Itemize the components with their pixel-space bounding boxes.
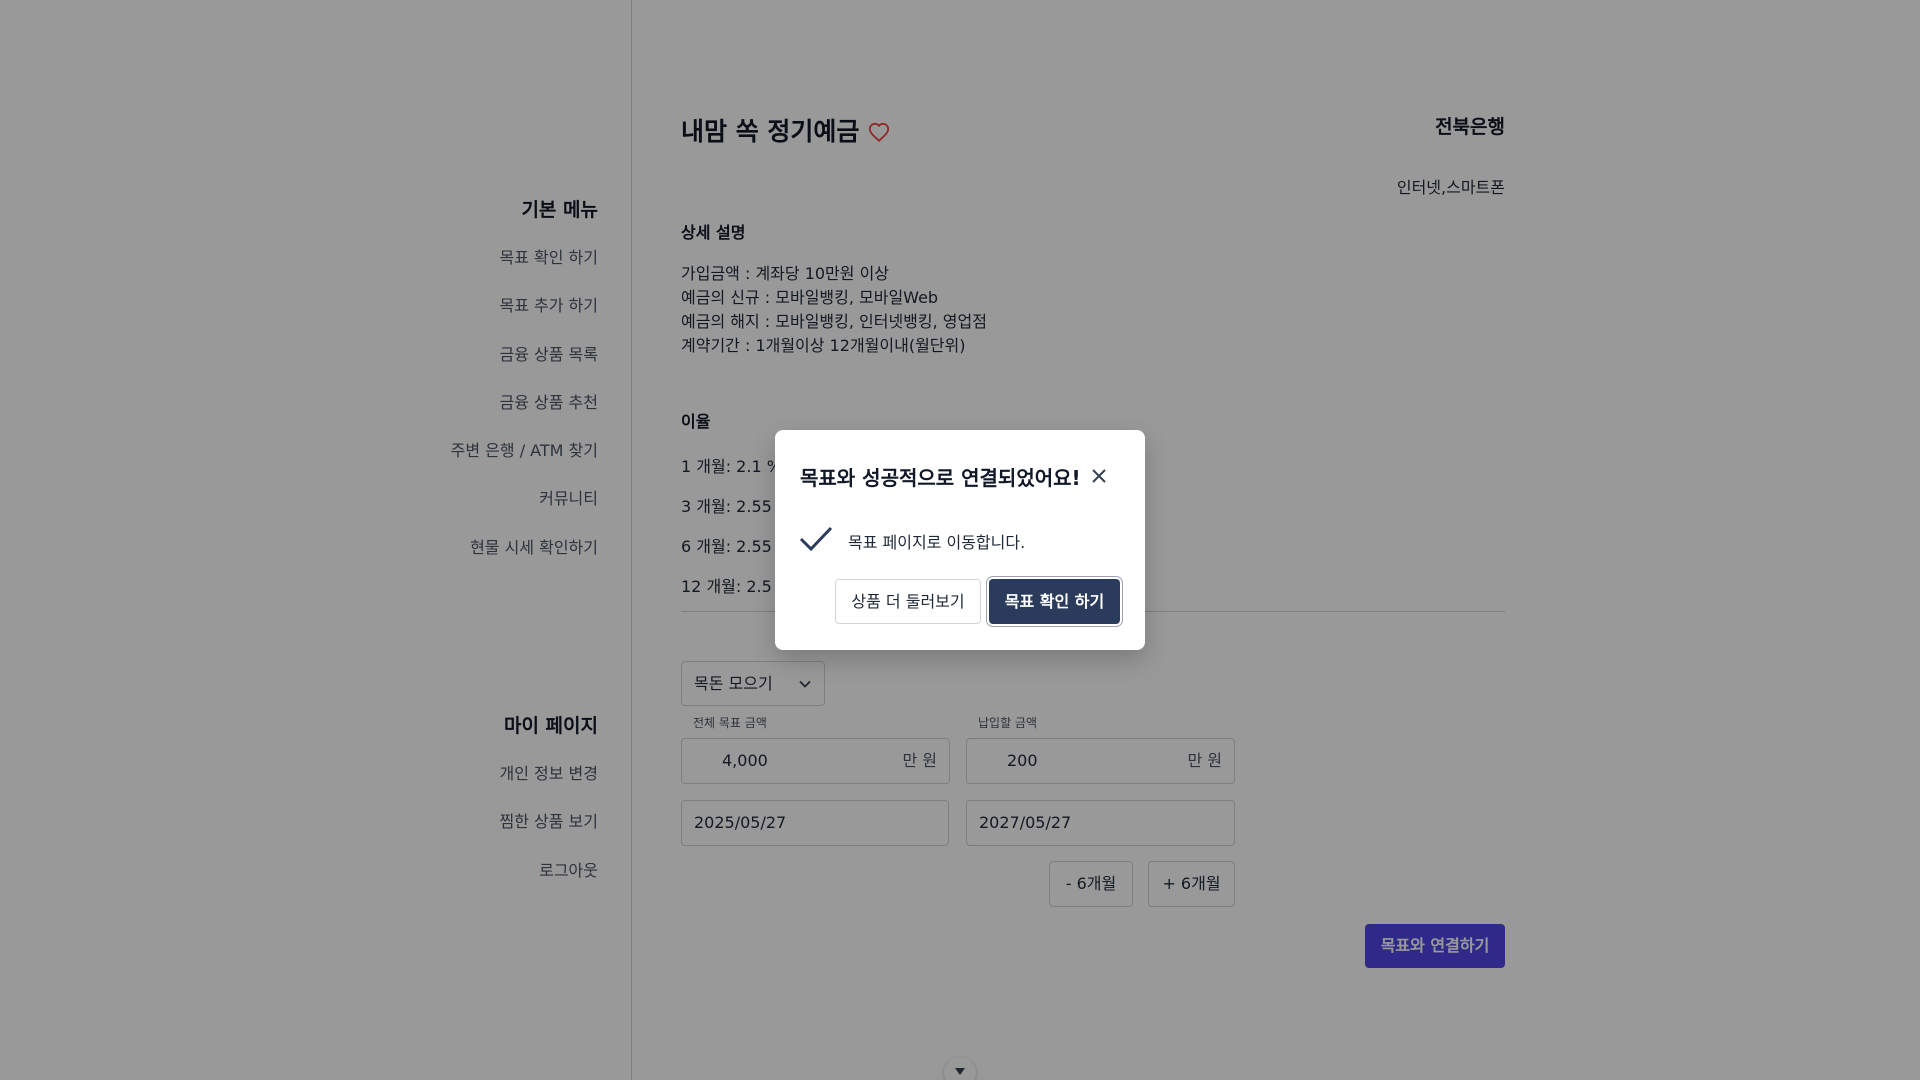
success-modal: 목표와 성공적으로 연결되었어요! 목표 페이지로 이동합니다. 상품 더 둘러… xyxy=(775,430,1145,650)
modal-title: 목표와 성공적으로 연결되었어요! xyxy=(800,466,1081,490)
check-icon xyxy=(798,525,834,555)
browse-more-button[interactable]: 상품 더 둘러보기 xyxy=(835,579,981,624)
check-goal-button[interactable]: 목표 확인 하기 xyxy=(989,579,1120,624)
modal-message: 목표 페이지로 이동합니다. xyxy=(848,533,1026,552)
page: 기본 메뉴 목표 확인 하기 목표 추가 하기 금융 상품 목록 금융 상품 추… xyxy=(0,0,1920,1080)
close-icon[interactable] xyxy=(1088,465,1110,487)
